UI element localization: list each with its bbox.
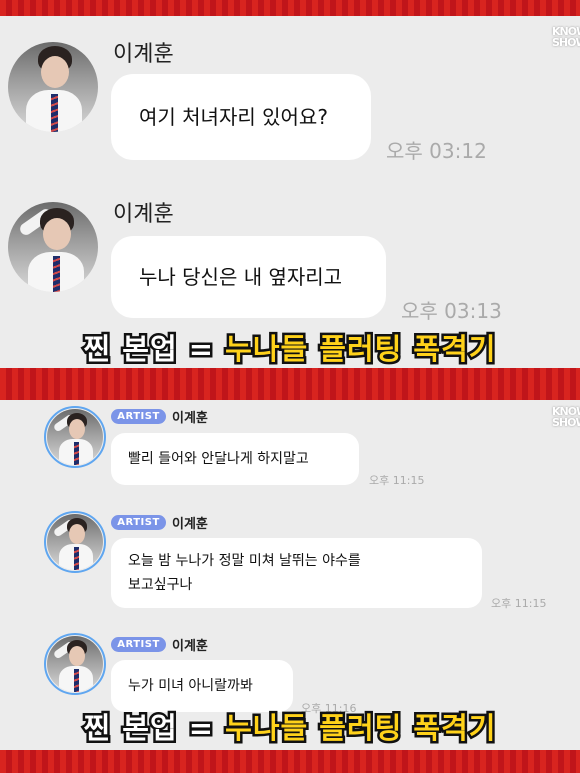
message-bubble[interactable]: 오늘 밤 누나가 정말 미쳐 날뛰는 야수를 보고싶구나 <box>111 538 482 608</box>
artist-badge: ARTIST <box>111 637 166 652</box>
sender-name: 이계훈 <box>113 42 174 67</box>
sender-name: 이계훈 <box>113 202 174 227</box>
top-red-band <box>0 0 580 16</box>
chat-panel-bottom: KNOWING SHOW ARTIST 이계훈 빨리 들어와 안달나게 하지말고… <box>0 400 580 750</box>
artist-badge: ARTIST <box>111 409 166 424</box>
message-time: 오후 11:15 <box>369 474 425 487</box>
avatar[interactable] <box>47 409 103 465</box>
message-time: 오후 11:15 <box>491 597 547 610</box>
chat-panel-top: KNOWING SHOW 이계훈 여기 처녀자리 있어요? 오후 03:12 이… <box>0 16 580 368</box>
avatar[interactable] <box>8 42 98 132</box>
message-bubble[interactable]: 빨리 들어와 안달나게 하지말고 <box>111 433 359 485</box>
subtitle-caption: 찐 본업 = 누나들 플러팅 폭격기 <box>81 709 498 748</box>
watermark-logo: KNOWING SHOW <box>552 405 580 429</box>
message-line: 오늘 밤 누나가 정말 미쳐 날뛰는 야수를 <box>128 553 361 569</box>
bottom-red-band <box>0 750 580 773</box>
sender-name: 이계훈 <box>172 639 208 654</box>
sender-name: 이계훈 <box>172 517 208 532</box>
avatar[interactable] <box>47 636 103 692</box>
artist-badge: ARTIST <box>111 515 166 530</box>
message-time: 오후 03:12 <box>386 139 487 163</box>
message-bubble[interactable]: 누나 당신은 내 옆자리고 <box>111 236 386 318</box>
middle-red-band <box>0 368 580 400</box>
watermark-logo: KNOWING SHOW <box>552 25 580 49</box>
avatar[interactable] <box>47 514 103 570</box>
avatar[interactable] <box>8 202 98 292</box>
subtitle-caption: 찐 본업 = 누나들 플러팅 폭격기 <box>81 330 498 369</box>
sender-name: 이계훈 <box>172 411 208 426</box>
message-time: 오후 03:13 <box>401 299 502 323</box>
message-bubble[interactable]: 여기 처녀자리 있어요? <box>111 74 371 160</box>
message-line: 보고싶구나 <box>128 577 193 593</box>
